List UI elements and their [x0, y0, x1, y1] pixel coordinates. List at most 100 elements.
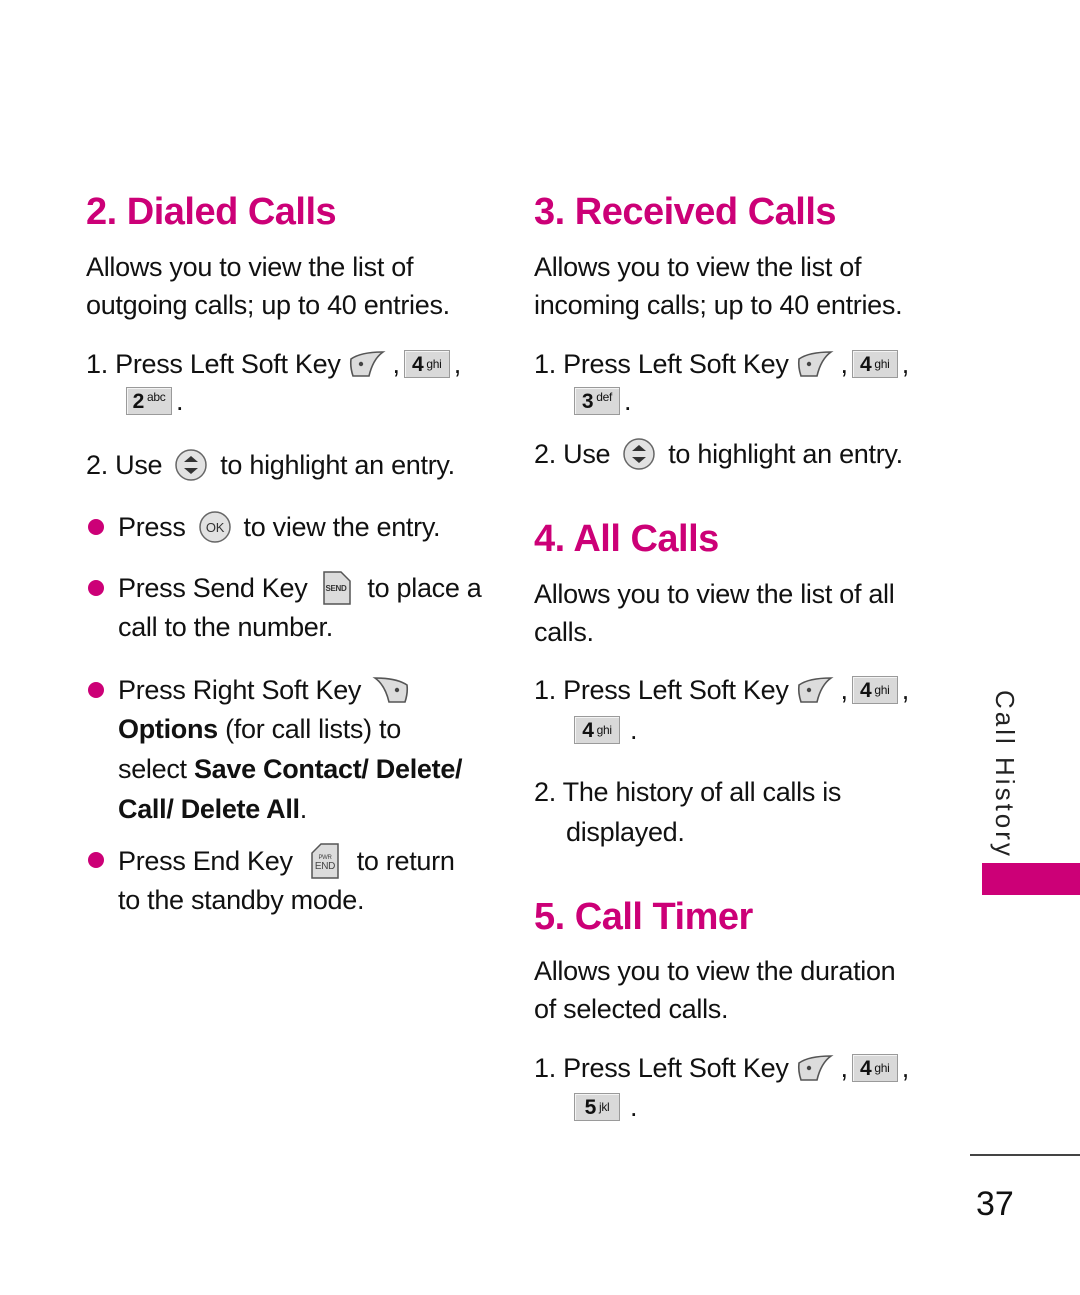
key-letters: def	[596, 390, 613, 404]
key-number: 4	[859, 1056, 872, 1080]
dialed-step-1: 1. Press Left Soft Key , 4 ghi ,	[86, 345, 461, 383]
dialed-step-1-cont: 2 abc .	[122, 382, 184, 420]
ok-key-icon: OK	[198, 511, 231, 543]
dialed-bullet-options-line-4: Call/ Delete All.	[118, 790, 307, 828]
timer-step-1-cont: 5 jkl .	[570, 1088, 638, 1126]
dialed-step-2: 2. Use to highlight an entry.	[86, 446, 455, 484]
send-key-icon: SEND	[323, 571, 352, 605]
navigation-key-icon	[623, 438, 655, 470]
dialed-bullet-options: Press Right Soft Key	[118, 671, 421, 709]
key-letters: ghi	[874, 683, 890, 697]
comma: ,	[392, 349, 401, 379]
dialed-bullet-end: Press End Key PWR END to return	[118, 841, 455, 881]
period: .	[630, 715, 638, 745]
section-tab-marker	[982, 863, 1080, 895]
period: .	[624, 386, 632, 416]
received-step-2-text: 2. Use	[534, 439, 611, 469]
right-soft-key-icon	[371, 675, 411, 705]
left-soft-key-icon	[347, 349, 387, 379]
bullet-text-suffix: to view the entry.	[243, 512, 441, 542]
all-description-line-1: Allows you to view the list of all	[534, 579, 895, 609]
bullet-text-suffix: to return	[356, 846, 455, 876]
dialed-description-line-1: Allows you to view the list of	[86, 252, 414, 282]
period: .	[299, 794, 308, 824]
key-number: 4	[859, 352, 872, 376]
dialed-step-1-text: 1. Press Left Soft Key	[86, 349, 341, 379]
key-letters: jkl	[598, 1100, 610, 1114]
key-4-ghi-icon: 4 ghi	[574, 716, 620, 744]
key-letters: ghi	[596, 723, 612, 737]
received-step-2: 2. Use to highlight an entry.	[534, 435, 903, 473]
key-3-def-icon: 3 def	[574, 387, 620, 415]
footer-divider	[970, 1154, 1080, 1156]
dialed-step-2-text: 2. Use	[86, 450, 163, 480]
key-letters: ghi	[874, 357, 890, 371]
bullet-icon	[88, 519, 104, 535]
left-soft-key-icon	[795, 675, 835, 705]
key-5-jkl-icon: 5 jkl	[574, 1093, 620, 1121]
comma: ,	[840, 1053, 849, 1083]
ok-key-label: OK	[205, 520, 224, 535]
key-letters: ghi	[426, 357, 442, 371]
key-number: 4	[859, 678, 872, 702]
dialed-bullet-options-line-2: Options (for call lists) to	[118, 710, 401, 748]
bullet-text: Press End Key	[118, 846, 293, 876]
bullet-icon	[88, 580, 104, 596]
key-number: 2	[132, 389, 145, 413]
received-step-1: 1. Press Left Soft Key , 4 ghi ,	[534, 345, 909, 383]
bullet-text: Press	[118, 512, 186, 542]
dialed-bullet-end-line-2: to the standby mode.	[118, 885, 365, 915]
bullet-icon	[88, 852, 104, 868]
dialed-step-2-suffix: to highlight an entry.	[220, 450, 455, 480]
comma: ,	[840, 675, 849, 705]
comma: ,	[901, 349, 910, 379]
left-soft-key-icon	[795, 1053, 835, 1083]
key-letters: ghi	[874, 1061, 890, 1075]
page-number: 37	[976, 1185, 1014, 1223]
all-step-1: 1. Press Left Soft Key , 4 ghi ,	[534, 671, 909, 709]
timer-description-line-2: of selected calls.	[534, 994, 729, 1024]
dialed-bullet-send: Press Send Key SEND to place a	[118, 569, 482, 607]
navigation-key-icon	[175, 449, 207, 481]
comma: ,	[453, 349, 462, 379]
bullet-text: Press Send Key	[118, 573, 308, 603]
left-soft-key-icon	[795, 349, 835, 379]
key-4-ghi-icon: 4 ghi	[851, 1054, 898, 1082]
received-step-1-text: 1. Press Left Soft Key	[534, 349, 789, 379]
options-text: (for call lists) to	[217, 714, 401, 744]
dialed-bullet-options-line-3: select Save Contact/ Delete/	[118, 750, 463, 788]
bullet-icon	[88, 682, 104, 698]
period: .	[630, 1092, 638, 1122]
key-number: 3	[581, 389, 594, 413]
options-label: Options	[118, 714, 218, 744]
key-4-ghi-icon: 4 ghi	[403, 350, 450, 378]
send-key-label: SEND	[326, 584, 348, 593]
received-description-line-2: incoming calls; up to 40 entries.	[534, 290, 903, 320]
comma: ,	[901, 1053, 910, 1083]
comma: ,	[840, 349, 849, 379]
dialed-bullet-send-line-2: call to the number.	[118, 612, 333, 642]
key-number: 5	[584, 1095, 597, 1119]
key-4-ghi-icon: 4 ghi	[851, 350, 898, 378]
received-step-2-suffix: to highlight an entry.	[668, 439, 903, 469]
key-letters: abc	[146, 390, 166, 404]
key-2-abc-icon: 2 abc	[126, 387, 172, 415]
bullet-text-suffix: to place a	[367, 573, 482, 603]
received-step-1-cont: 3 def .	[570, 382, 632, 420]
timer-description-line-1: Allows you to view the duration	[534, 956, 896, 986]
section-title-received-calls: 3. Received Calls	[534, 191, 837, 233]
key-number: 4	[411, 352, 424, 376]
all-step-2-line-1: 2. The history of all calls is	[534, 777, 842, 807]
all-step-2-line-2: displayed.	[566, 817, 685, 847]
call-delete-all-label: Call/ Delete All	[118, 794, 300, 824]
key-4-ghi-icon: 4 ghi	[851, 676, 898, 704]
section-title-call-timer: 5. Call Timer	[534, 896, 753, 938]
timer-step-1-text: 1. Press Left Soft Key	[534, 1053, 789, 1083]
bullet-text: Press Right Soft Key	[118, 675, 362, 705]
received-description-line-1: Allows you to view the list of	[534, 252, 862, 282]
end-key-label: END	[315, 861, 335, 872]
timer-step-1: 1. Press Left Soft Key , 4 ghi ,	[534, 1049, 909, 1087]
section-title-dialed-calls: 2. Dialed Calls	[86, 191, 337, 233]
all-step-1-cont: 4 ghi .	[570, 711, 638, 749]
period: .	[176, 386, 184, 416]
